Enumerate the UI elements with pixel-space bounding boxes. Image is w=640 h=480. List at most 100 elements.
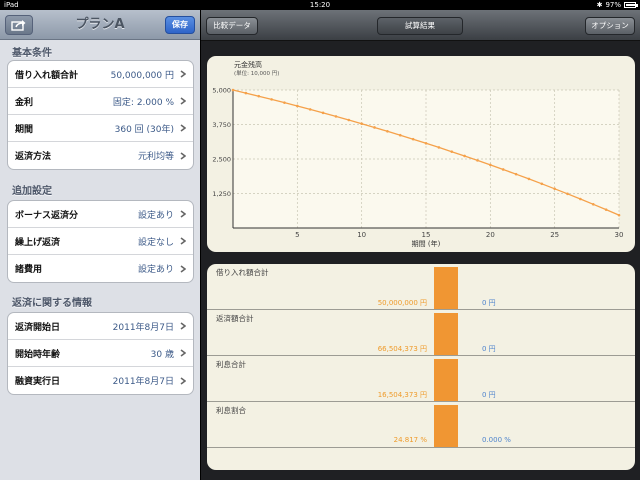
chevron-right-icon bbox=[180, 210, 186, 218]
chevron-right-icon bbox=[180, 70, 186, 78]
row-label: 繰上げ返済 bbox=[15, 237, 61, 248]
plan-title: プランA bbox=[75, 17, 125, 32]
row-value: 30 歳 bbox=[150, 349, 174, 360]
data-point bbox=[347, 118, 351, 122]
summary-row: 返済額合計 66,504,373 円 0 円 bbox=[207, 310, 635, 356]
status-right: ✱ 97% bbox=[596, 0, 638, 10]
chevron-right-icon bbox=[180, 322, 186, 330]
data-point bbox=[398, 133, 402, 137]
data-point bbox=[296, 104, 299, 108]
data-point bbox=[604, 208, 608, 211]
group-basic: 借り入れ額合計 50,000,000 円 金利 固定: 2.000 % 期間 360 … bbox=[7, 60, 194, 170]
data-point bbox=[283, 101, 286, 104]
row-label: 開始時年齢 bbox=[15, 349, 61, 360]
summary-value-b: 0 円 bbox=[482, 345, 496, 353]
summary-row: 利息割合 24.817 % 0.000 % bbox=[207, 402, 635, 448]
chevron-right-icon bbox=[180, 237, 186, 245]
summary-label: 返済額合計 bbox=[216, 314, 254, 323]
data-point bbox=[450, 150, 454, 153]
data-point bbox=[360, 122, 363, 125]
data-point bbox=[514, 172, 518, 176]
result-button[interactable]: 試算結果 bbox=[377, 17, 463, 35]
summary-bar bbox=[434, 267, 458, 309]
summary-label: 借り入れ額合計 bbox=[216, 268, 269, 277]
right-nav-bar: 比較データ 試算結果 オプション bbox=[201, 10, 640, 41]
row-interest-rate[interactable]: 金利 固定: 2.000 % bbox=[8, 88, 193, 115]
battery-level bbox=[626, 4, 635, 6]
chevron-right-icon bbox=[180, 151, 186, 160]
section-title-repayment-info: 返済に関する情報 bbox=[12, 298, 92, 309]
row-bonus-repayment[interactable]: ボーナス返済分 設定あり bbox=[8, 201, 193, 228]
section-title-basic: 基本条件 bbox=[12, 48, 52, 59]
row-value: 元利均等 bbox=[137, 152, 174, 162]
row-value: 2011年8月7日 bbox=[112, 322, 174, 333]
summary-value-b: 0 円 bbox=[482, 391, 496, 399]
options-button[interactable]: オプション bbox=[585, 17, 635, 35]
y-tick-label: 1,250 bbox=[212, 190, 231, 198]
x-tick-label: 20 bbox=[486, 231, 495, 239]
data-point bbox=[244, 91, 248, 95]
row-label: 借り入れ額合計 bbox=[15, 70, 79, 81]
row-prepayment[interactable]: 繰上げ返済 設定なし bbox=[8, 228, 193, 255]
summary-card: 借り入れ額合計 50,000,000 円 0 円 返済額合計 66,504,37… bbox=[207, 264, 635, 470]
row-label: 期間 bbox=[15, 124, 34, 135]
x-tick-label: 5 bbox=[295, 231, 299, 239]
data-point bbox=[231, 88, 235, 92]
row-loan-total[interactable]: 借り入れ額合計 50,000,000 円 bbox=[8, 61, 193, 88]
summary-bar bbox=[434, 313, 458, 355]
data-point bbox=[489, 163, 492, 167]
row-label: 諸費用 bbox=[15, 265, 43, 275]
summary-value-b: 0.000 % bbox=[482, 436, 511, 444]
summary-value-b: 0 円 bbox=[482, 299, 496, 307]
row-fees[interactable]: 諸費用 設定あり bbox=[8, 255, 193, 282]
row-label: 金利 bbox=[15, 97, 34, 108]
data-point bbox=[463, 154, 466, 158]
summary-value-a: 50,000,000 円 bbox=[377, 299, 427, 307]
row-loan-execution-date[interactable]: 融資実行日 2011年8月7日 bbox=[8, 367, 193, 394]
row-term[interactable]: 期間 360 回 (30年) bbox=[8, 115, 193, 142]
chevron-right-icon bbox=[180, 97, 186, 105]
row-label: 融資実行日 bbox=[15, 377, 61, 387]
data-point bbox=[424, 141, 428, 145]
data-point bbox=[437, 146, 441, 149]
row-value: 設定なし bbox=[137, 237, 174, 248]
row-repayment-method[interactable]: 返済方法 元利均等 bbox=[8, 142, 193, 169]
principal-balance-chart: 5 10 15 20 25 30 1,250 2,500 3,750 5,000 元金残高 (単位: … bbox=[207, 56, 635, 252]
data-point bbox=[553, 187, 556, 191]
data-point bbox=[386, 129, 389, 133]
data-point bbox=[476, 159, 479, 162]
y-tick-label: 5,000 bbox=[212, 87, 231, 95]
save-button[interactable]: 保存 bbox=[165, 16, 195, 34]
data-point bbox=[566, 192, 569, 196]
data-point bbox=[321, 111, 325, 115]
data-point bbox=[617, 213, 621, 217]
summary-bar bbox=[434, 405, 458, 447]
summary-row: 利息合計 16,504,373 円 0 円 bbox=[207, 356, 635, 402]
row-value: 360 回 (30年) bbox=[114, 124, 174, 135]
group-repayment-info: 返済開始日 2011年8月7日 開始時年齢 30 歳 融資実行日 2011年8月7日 bbox=[7, 312, 194, 395]
chart-canvas: 5 10 15 20 25 30 1,250 2,500 3,750 5,000 元金残高(単位: … bbox=[212, 60, 623, 248]
data-point bbox=[540, 182, 544, 186]
data-point bbox=[527, 177, 531, 181]
chevron-right-icon bbox=[180, 124, 186, 132]
data-point bbox=[308, 108, 312, 111]
summary-row: 借り入れ額合計 50,000,000 円 0 円 bbox=[207, 264, 635, 310]
row-value: 設定あり bbox=[137, 265, 174, 275]
chevron-right-icon bbox=[180, 264, 186, 273]
data-point bbox=[411, 137, 415, 141]
section-title-additional: 追加設定 bbox=[12, 186, 52, 197]
left-pane: プランA 保存 基本条件 借り入れ額合計 50,000,000 円 金利 固定: 2… bbox=[0, 10, 200, 480]
row-repayment-start[interactable]: 返済開始日 2011年8月7日 bbox=[8, 313, 193, 340]
data-point bbox=[257, 94, 261, 98]
share-button[interactable] bbox=[5, 15, 33, 35]
bluetooth-icon: ✱ bbox=[596, 1, 603, 9]
y-tick-label: 2,500 bbox=[212, 156, 231, 164]
chart-subtitle: (単位: 10,000 円) bbox=[234, 69, 279, 77]
compare-data-button[interactable]: 比較データ bbox=[206, 17, 258, 35]
summary-label: 利息合計 bbox=[216, 360, 246, 369]
data-point bbox=[501, 168, 505, 171]
row-start-age[interactable]: 開始時年齢 30 歳 bbox=[8, 340, 193, 367]
chart-title: 元金残高 bbox=[234, 60, 262, 69]
row-label: 返済方法 bbox=[15, 152, 52, 162]
x-tick-label: 25 bbox=[550, 231, 559, 239]
